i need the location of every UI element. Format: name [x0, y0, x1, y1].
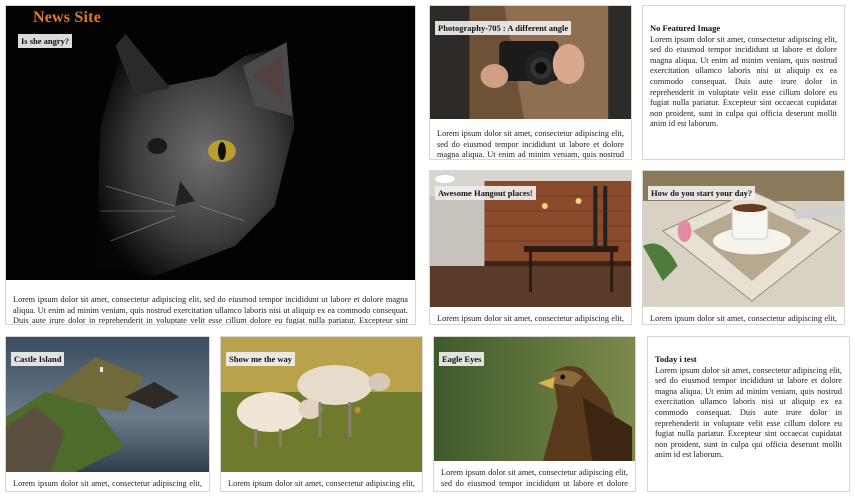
article-caption-coffee[interactable]: How do you start your day?	[648, 186, 756, 200]
article-card-coffee[interactable]: How do you start your day? Lorem ipsum d…	[642, 170, 845, 325]
article-excerpt-sheep: Lorem ipsum dolor sit amet, consectetur …	[228, 479, 415, 490]
article-card-cat[interactable]: Is she angry? Lorem ipsum dolor sit amet…	[5, 5, 416, 325]
article-body-no-featured-image: No Featured Image Lorem ipsum dolor sit …	[643, 23, 844, 156]
article-excerpt-hangout: Lorem ipsum dolor sit amet, consectetur …	[437, 314, 624, 323]
article-caption-cat[interactable]: Is she angry?	[18, 34, 73, 48]
article-caption-castle-island[interactable]: Castle Island	[11, 352, 65, 366]
article-caption-eagle[interactable]: Eagle Eyes	[439, 352, 485, 366]
article-card-hangout[interactable]: Awesome Hangout places! Lorem ipsum dolo…	[429, 170, 632, 325]
article-caption-hangout[interactable]: Awesome Hangout places!	[435, 186, 536, 200]
article-excerpt-eagle: Lorem ipsum dolor sit amet, consectetur …	[441, 468, 628, 490]
article-body-today-i-test: Today i test Lorem ipsum dolor sit amet,…	[648, 354, 849, 490]
article-title-today-i-test[interactable]: Today i test	[655, 354, 842, 365]
article-excerpt-no-featured-image: Lorem ipsum dolor sit amet, consectetur …	[650, 34, 837, 129]
article-excerpt-castle-island: Lorem ipsum dolor sit amet, consectetur …	[13, 479, 202, 490]
article-card-no-featured-image[interactable]: No Featured Image Lorem ipsum dolor sit …	[642, 5, 845, 160]
article-card-today-i-test[interactable]: Today i test Lorem ipsum dolor sit amet,…	[647, 336, 850, 492]
article-excerpt-today-i-test: Lorem ipsum dolor sit amet, consectetur …	[655, 365, 842, 460]
article-card-eagle[interactable]: Eagle Eyes Lorem ipsum dolor sit amet, c…	[433, 336, 636, 492]
article-card-sheep[interactable]: Show me the way Lorem ipsum dolor sit am…	[220, 336, 423, 492]
article-card-camera[interactable]: Photography-705 : A different angle Lore…	[429, 5, 632, 160]
article-title-no-featured-image[interactable]: No Featured Image	[650, 23, 837, 34]
article-caption-camera[interactable]: Photography-705 : A different angle	[435, 21, 572, 35]
article-caption-sheep[interactable]: Show me the way	[226, 352, 296, 366]
site-title[interactable]: News Site	[33, 9, 101, 27]
article-excerpt-coffee: Lorem ipsum dolor sit amet, consectetur …	[650, 314, 837, 323]
article-excerpt-cat: Lorem ipsum dolor sit amet, consectetur …	[13, 295, 408, 325]
article-excerpt-camera: Lorem ipsum dolor sit amet, consectetur …	[437, 129, 624, 159]
article-card-castle-island[interactable]: Castle Island Lorem ipsum dolor sit amet…	[5, 336, 210, 492]
